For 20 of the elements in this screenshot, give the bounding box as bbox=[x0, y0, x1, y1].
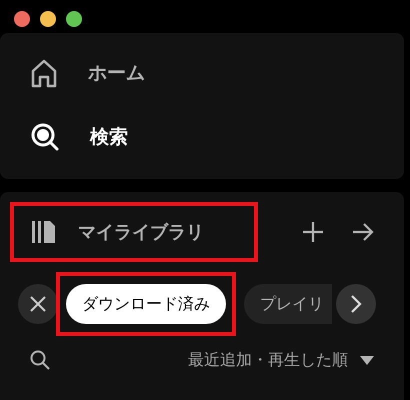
arrow-right-icon[interactable] bbox=[352, 221, 374, 243]
filter-chip[interactable]: ダウンロード済み bbox=[66, 284, 226, 324]
chevron-right-icon bbox=[349, 294, 363, 314]
caret-icon[interactable] bbox=[360, 356, 374, 364]
search-icon[interactable] bbox=[30, 350, 50, 370]
clear-filter-button[interactable] bbox=[18, 284, 58, 324]
nav-item[interactable]: 検索 bbox=[90, 122, 128, 152]
close-icon bbox=[29, 295, 47, 313]
sort-dropdown[interactable]: 最近追加・再生した順 bbox=[188, 350, 348, 370]
window-button[interactable] bbox=[66, 11, 82, 27]
window-button[interactable] bbox=[14, 11, 30, 27]
home-icon bbox=[30, 58, 58, 88]
nav-item[interactable]: ホーム bbox=[88, 58, 145, 88]
library-title[interactable]: マイライブラリ bbox=[78, 220, 204, 244]
plus-icon[interactable] bbox=[302, 221, 324, 243]
window-button[interactable] bbox=[40, 11, 56, 27]
filter-chip[interactable]: プレイリ bbox=[244, 284, 332, 324]
search-icon bbox=[30, 122, 60, 152]
scroll-right-button[interactable] bbox=[336, 284, 376, 324]
library-icon bbox=[30, 218, 58, 246]
